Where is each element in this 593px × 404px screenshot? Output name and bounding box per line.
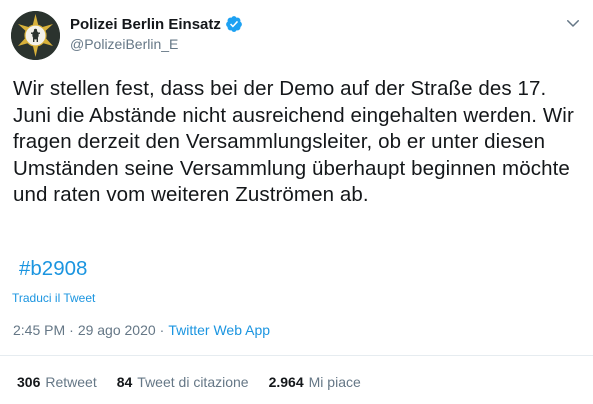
author-name[interactable]: Polizei Berlin Einsatz: [70, 16, 221, 33]
retweets-label: Retweet: [45, 374, 97, 390]
chevron-down-icon[interactable]: [564, 14, 582, 32]
tweet-text: Wir stellen fest, dass bei der Demo auf …: [13, 77, 574, 206]
divider: [0, 355, 593, 356]
avatar[interactable]: [11, 11, 60, 60]
tweet-time[interactable]: 2:45 PM: [13, 322, 65, 338]
tweet-source-link[interactable]: Twitter Web App: [168, 322, 270, 338]
tweet-card: Polizei Berlin Einsatz @PolizeiBerlin_E …: [0, 0, 593, 404]
tweet-meta: 2:45 PM · 29 ago 2020 · Twitter Web App: [13, 320, 270, 340]
engagement-stats: 306 Retweet 84 Tweet di citazione 2.964 …: [17, 372, 381, 392]
tweet-date[interactable]: 29 ago 2020: [78, 322, 156, 338]
verified-badge-icon: [225, 15, 243, 33]
retweets-count: 306: [17, 374, 41, 390]
police-star-badge-icon: [11, 11, 60, 60]
likes-label: Mi piace: [308, 374, 361, 390]
meta-separator: ·: [159, 322, 165, 338]
hashtag-link[interactable]: #b2908: [19, 256, 87, 282]
author-name-row: Polizei Berlin Einsatz: [70, 14, 243, 34]
quotes-stat[interactable]: 84 Tweet di citazione: [117, 374, 249, 390]
quotes-label: Tweet di citazione: [137, 374, 249, 390]
meta-separator: ·: [69, 322, 74, 338]
likes-stat[interactable]: 2.964 Mi piace: [269, 374, 361, 390]
retweets-stat[interactable]: 306 Retweet: [17, 374, 97, 390]
author-handle[interactable]: @PolizeiBerlin_E: [70, 36, 178, 52]
quotes-count: 84: [116, 374, 133, 390]
translate-tweet-link[interactable]: Traduci il Tweet: [12, 291, 95, 305]
likes-count: 2.964: [268, 374, 304, 390]
